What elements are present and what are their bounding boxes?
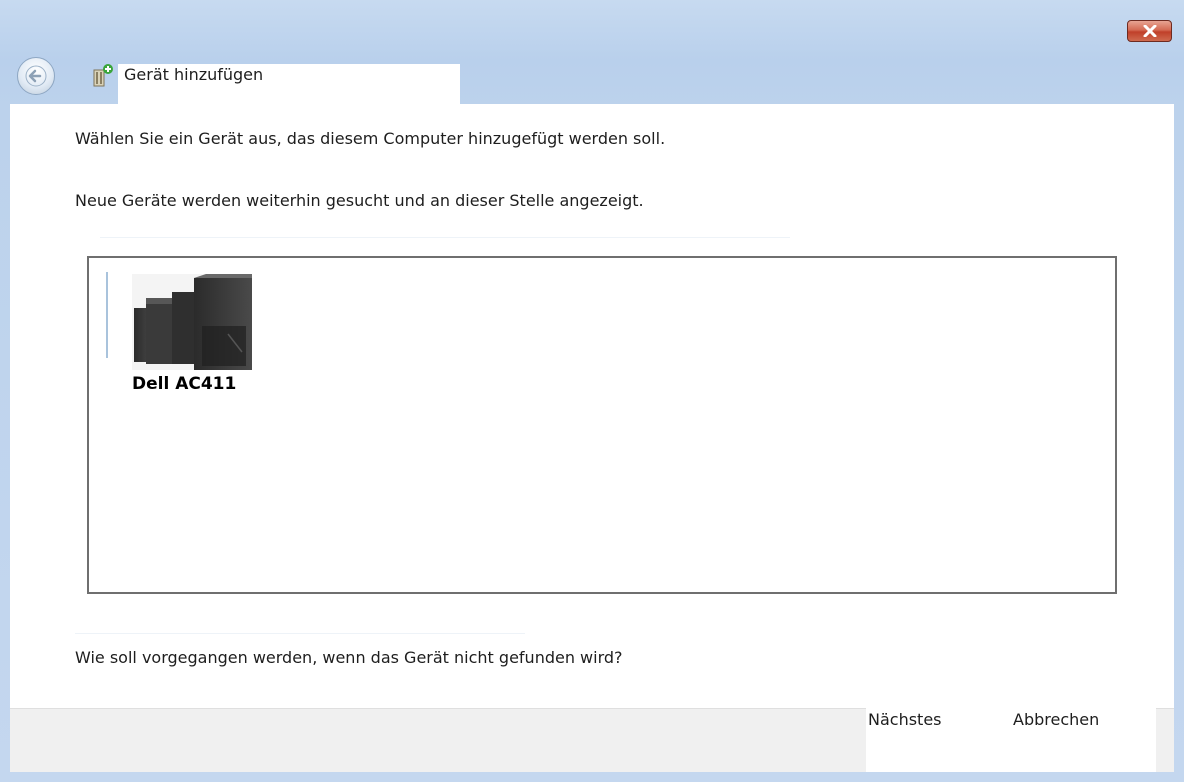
device-name: Dell AC411 <box>132 374 237 394</box>
back-arrow-icon <box>25 65 47 87</box>
divider <box>75 633 525 634</box>
next-button[interactable]: Nächstes <box>866 708 996 772</box>
divider <box>100 237 790 238</box>
instruction-text: Wählen Sie ein Gerät aus, das diesem Com… <box>75 129 666 148</box>
cancel-button-label: Abbrechen <box>1013 710 1100 729</box>
close-button[interactable] <box>1127 20 1172 42</box>
focus-indicator <box>106 272 108 358</box>
window-title: Gerät hinzufügen <box>124 65 264 84</box>
add-device-icon <box>93 64 113 87</box>
device-not-found-link[interactable]: Wie soll vorgegangen werden, wenn das Ge… <box>75 648 623 667</box>
next-button-label: Nächstes <box>868 710 942 729</box>
close-x-icon <box>1143 25 1156 37</box>
speaker-device-icon <box>132 274 252 370</box>
cancel-button[interactable]: Abbrechen <box>996 708 1156 772</box>
searching-note: Neue Geräte werden weiterhin gesucht und… <box>75 191 644 210</box>
back-button[interactable] <box>17 57 55 95</box>
wizard-window: Gerät hinzufügen Wählen Sie ein Gerät au… <box>0 0 1184 782</box>
